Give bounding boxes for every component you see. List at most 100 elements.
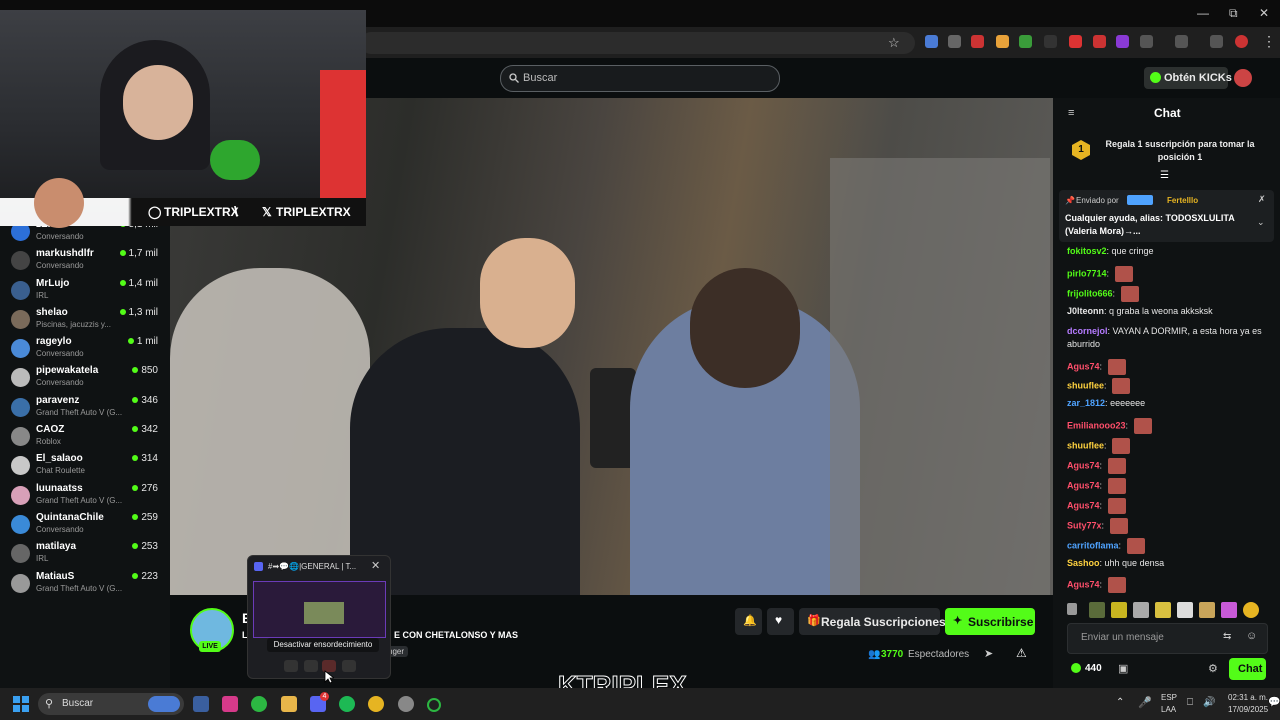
kicks-count[interactable]: 440 [1085, 663, 1102, 674]
expand-leaderboard-icon[interactable]: ☰ [1160, 170, 1169, 181]
share-icon[interactable]: ➤ [984, 647, 993, 660]
chat-username[interactable]: shuuflee [1067, 381, 1104, 391]
chat-message[interactable]: Emilianooo23: [1067, 418, 1152, 435]
app-icon[interactable] [427, 698, 441, 712]
mute-icon[interactable] [304, 660, 318, 672]
extension-icon[interactable] [1175, 35, 1188, 48]
gear-icon[interactable]: ⚙ [1208, 662, 1218, 675]
chat-username[interactable]: Agus74 [1067, 361, 1100, 371]
follow-button[interactable]: ♥ [767, 608, 794, 635]
notifications-button[interactable]: 🔔 [735, 608, 762, 635]
sidebar-channel[interactable]: MrLujo IRL 1,4 mil [0, 275, 170, 304]
clock-date[interactable]: 17/09/2025 [1228, 705, 1268, 714]
chevron-up-icon[interactable]: ⌃ [1116, 697, 1124, 708]
chat-message[interactable]: Agus74: [1067, 477, 1126, 494]
chat-input[interactable]: Enviar un mensaje ⇆ ☺ [1067, 623, 1268, 654]
volume-icon[interactable]: 🔊 [1203, 697, 1215, 708]
extension-icon[interactable] [1044, 35, 1057, 48]
sidebar-channel[interactable]: paravenz Grand Theft Auto V (G... 346 [0, 392, 170, 421]
discord-overlay-popup[interactable]: #➡💬🌐|GENERAL | T... ✕ Desactivar ensorde… [247, 555, 391, 679]
sidebar-channel[interactable]: QuintanaChile Conversando 259 [0, 509, 170, 538]
chat-username[interactable]: Agus74 [1067, 460, 1100, 470]
chat-message[interactable]: Agus74: [1067, 497, 1126, 514]
clock-time[interactable]: 02:31 a. m. [1228, 693, 1268, 702]
subscribe-button[interactable]: ✦ Suscribirse [945, 608, 1035, 635]
collapse-chat-icon[interactable]: ≡ [1068, 107, 1074, 119]
chat-message[interactable]: Agus74: [1067, 458, 1126, 474]
monitor-icon[interactable]: ⎕ [1187, 697, 1193, 708]
reading-list-icon[interactable] [1210, 35, 1223, 48]
user-avatar[interactable] [1234, 69, 1252, 87]
emote-icon[interactable] [1133, 602, 1149, 618]
extension-icon[interactable] [1069, 35, 1082, 48]
emote-icon[interactable] [1243, 602, 1259, 618]
bookmark-star-icon[interactable]: ☆ [888, 35, 900, 51]
sidebar-channel[interactable]: El_salaoo Chat Roulette 314 [0, 450, 170, 479]
chat-message[interactable]: shuuflee: [1067, 438, 1131, 455]
extensions-puzzle-icon[interactable] [1140, 35, 1153, 48]
sidebar-channel[interactable]: matilaya IRL 253 [0, 538, 170, 567]
language-code[interactable]: ESP [1161, 693, 1177, 702]
chat-username[interactable]: Agus74 [1067, 580, 1100, 590]
extension-icon[interactable] [1093, 35, 1106, 48]
chat-message[interactable]: pirlo7714: [1067, 265, 1133, 282]
chat-message[interactable]: zar_1812: eeeeeee [1067, 398, 1145, 408]
chat-message[interactable]: J0lteonn: q graba la weona akksksk [1067, 306, 1213, 316]
task-view-icon[interactable] [193, 696, 209, 712]
chat-message[interactable]: Agus74: [1067, 577, 1126, 594]
send-chat-button[interactable]: Chat [1229, 658, 1266, 680]
disconnect-icon[interactable] [342, 660, 356, 672]
chat-username[interactable]: Emilianooo23 [1067, 421, 1126, 431]
taskbar-search[interactable]: ⚲ Buscar [38, 693, 184, 715]
chat-message[interactable]: Agus74: [1067, 358, 1126, 375]
sidebar-channel[interactable]: MatiauS Grand Theft Auto V (G... 223 [0, 568, 170, 597]
sidebar-channel[interactable]: CAOZ Roblox 342 [0, 421, 170, 450]
extension-icon[interactable] [971, 35, 984, 48]
report-icon[interactable]: ⚠ [1016, 646, 1027, 660]
file-explorer-icon[interactable] [281, 696, 297, 712]
sidebar-channel[interactable]: luunaatss Grand Theft Auto V (G... 276 [0, 480, 170, 509]
obs-icon[interactable] [398, 696, 414, 712]
chat-username[interactable]: zar_1812 [1067, 398, 1105, 408]
extension-icon[interactable] [1116, 35, 1129, 48]
profile-avatar[interactable] [1235, 35, 1248, 48]
chat-message[interactable]: dcornejol: VAYAN A DORMIR, a esta hora y… [1067, 326, 1262, 336]
chat-username[interactable]: carritoflama [1067, 540, 1119, 550]
chat-username[interactable]: shuuflee [1067, 440, 1104, 450]
chat-message[interactable]: aburrido [1067, 339, 1100, 349]
gift-subs-button[interactable]: 🎁 Regala Suscripciones [799, 608, 946, 635]
instagram-app-icon[interactable] [222, 696, 238, 712]
emoji-icon[interactable]: ☺ [1246, 630, 1257, 642]
emote-icon[interactable] [1177, 602, 1193, 618]
microphone-icon[interactable]: 🎤 [1138, 696, 1152, 709]
sidebar-channel[interactable]: shelao Piscinas, jacuzzis y... 1,3 mil [0, 304, 170, 333]
spotify-icon[interactable] [339, 696, 355, 712]
emote-icon[interactable] [1221, 602, 1237, 618]
chat-message[interactable]: fokitosv2: que cringe [1067, 246, 1154, 256]
sidebar-channel[interactable]: rageylo Conversando 1 mil [0, 333, 170, 362]
minimize-icon[interactable]: — [1197, 6, 1209, 20]
chat-message[interactable]: Suty77x: [1067, 517, 1128, 534]
extension-icon[interactable] [925, 35, 938, 48]
url-input[interactable]: ☆ [360, 32, 915, 54]
close-icon[interactable]: ✕ [371, 559, 380, 572]
chat-message[interactable]: shuuflee: [1067, 378, 1131, 395]
extension-icon[interactable] [1019, 35, 1032, 48]
gift-sub-promo[interactable]: Regala 1 suscripción para tomar la posic… [1100, 138, 1260, 164]
emote-icon[interactable] [1199, 602, 1215, 618]
unpin-icon[interactable]: ✗ [1258, 194, 1266, 205]
chat-username[interactable]: Sashoo [1067, 558, 1100, 568]
whatsapp-icon[interactable] [251, 696, 267, 712]
chat-username[interactable]: pirlo7714 [1067, 268, 1107, 278]
restore-icon[interactable]: ⧉ [1229, 6, 1238, 21]
emote-icon[interactable] [1067, 603, 1077, 615]
browser-menu-icon[interactable]: ⋮ [1262, 33, 1276, 50]
translate-icon[interactable]: ⇆ [1223, 631, 1231, 642]
keyboard-layout[interactable]: LAA [1161, 705, 1176, 714]
notifications-icon[interactable]: 💬 [1268, 697, 1280, 708]
sidebar-channel[interactable]: pipewakatela Conversando 850 [0, 362, 170, 391]
chrome-icon[interactable] [368, 696, 384, 712]
emote-bar[interactable] [1067, 601, 1267, 619]
chat-username[interactable]: frijolito666 [1067, 288, 1113, 298]
chat-message[interactable]: Sashoo: uhh que densa [1067, 558, 1164, 568]
